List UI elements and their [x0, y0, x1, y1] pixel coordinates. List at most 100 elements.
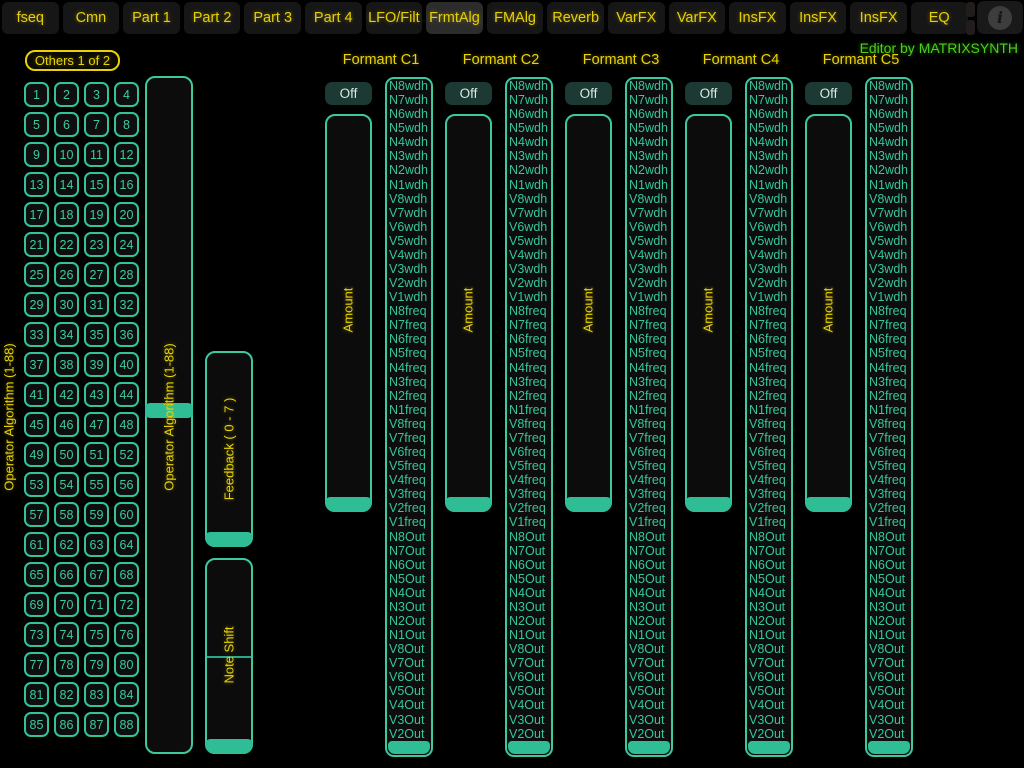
- formant-parameter-item[interactable]: N2freq: [867, 389, 911, 403]
- operator-algorithm-slider[interactable]: [145, 76, 193, 754]
- tab-part4-5[interactable]: Part 4: [305, 2, 362, 34]
- formant-parameter-item[interactable]: V6wdh: [387, 220, 431, 234]
- formant-parameter-list-scrollthumb[interactable]: [388, 741, 430, 754]
- tab-fseq-0[interactable]: fseq: [2, 2, 59, 34]
- formant-off-button[interactable]: Off: [685, 82, 732, 105]
- formant-parameter-item[interactable]: V2Out: [627, 727, 671, 741]
- formant-parameter-item[interactable]: V7wdh: [507, 206, 551, 220]
- formant-amount-slider[interactable]: [325, 114, 372, 512]
- formant-parameter-item[interactable]: N5freq: [867, 346, 911, 360]
- formant-parameter-item[interactable]: N2Out: [627, 614, 671, 628]
- formant-parameter-item[interactable]: V8freq: [387, 417, 431, 431]
- operator-algorithm-button-11[interactable]: 11: [84, 142, 109, 167]
- operator-algorithm-button-79[interactable]: 79: [84, 652, 109, 677]
- formant-parameter-item[interactable]: V3wdh: [627, 262, 671, 276]
- operator-algorithm-button-21[interactable]: 21: [24, 232, 49, 257]
- tab-part3-4[interactable]: Part 3: [244, 2, 301, 34]
- operator-algorithm-button-41[interactable]: 41: [24, 382, 49, 407]
- formant-parameter-item[interactable]: N8Out: [627, 530, 671, 544]
- formant-parameter-item[interactable]: N8freq: [627, 304, 671, 318]
- formant-parameter-item[interactable]: N1freq: [867, 403, 911, 417]
- formant-parameter-item[interactable]: V8wdh: [387, 192, 431, 206]
- operator-algorithm-button-14[interactable]: 14: [54, 172, 79, 197]
- formant-parameter-item[interactable]: V6freq: [867, 445, 911, 459]
- formant-parameter-item[interactable]: N6wdh: [387, 107, 431, 121]
- operator-algorithm-button-46[interactable]: 46: [54, 412, 79, 437]
- formant-parameter-list[interactable]: N8wdhN7wdhN6wdhN5wdhN4wdhN3wdhN2wdhN1wdh…: [745, 77, 793, 757]
- formant-parameter-item[interactable]: N7wdh: [747, 93, 791, 107]
- formant-parameter-item[interactable]: V7freq: [387, 431, 431, 445]
- formant-parameter-item[interactable]: N3wdh: [507, 149, 551, 163]
- formant-parameter-item[interactable]: N6Out: [507, 558, 551, 572]
- formant-parameter-item[interactable]: N5wdh: [747, 121, 791, 135]
- operator-algorithm-button-74[interactable]: 74: [54, 622, 79, 647]
- operator-algorithm-button-25[interactable]: 25: [24, 262, 49, 287]
- formant-parameter-item[interactable]: V4Out: [507, 698, 551, 712]
- formant-parameter-item[interactable]: V4wdh: [747, 248, 791, 262]
- formant-parameter-item[interactable]: N8wdh: [507, 79, 551, 93]
- operator-algorithm-slider-handle[interactable]: [145, 403, 193, 418]
- formant-parameter-item[interactable]: N4Out: [867, 586, 911, 600]
- formant-parameter-item[interactable]: N8freq: [507, 304, 551, 318]
- formant-amount-slider-handle[interactable]: [565, 497, 612, 512]
- formant-parameter-item[interactable]: V3Out: [507, 713, 551, 727]
- formant-parameter-item[interactable]: V2wdh: [627, 276, 671, 290]
- formant-parameter-item[interactable]: V6Out: [627, 670, 671, 684]
- formant-parameter-item[interactable]: N5wdh: [867, 121, 911, 135]
- operator-algorithm-button-54[interactable]: 54: [54, 472, 79, 497]
- formant-parameter-item[interactable]: N4Out: [747, 586, 791, 600]
- operator-algorithm-button-2[interactable]: 2: [54, 82, 79, 107]
- operator-algorithm-button-58[interactable]: 58: [54, 502, 79, 527]
- operator-algorithm-button-45[interactable]: 45: [24, 412, 49, 437]
- formant-parameter-item[interactable]: V7freq: [747, 431, 791, 445]
- operator-algorithm-button-69[interactable]: 69: [24, 592, 49, 617]
- formant-parameter-item[interactable]: N3Out: [627, 600, 671, 614]
- formant-parameter-item[interactable]: V3Out: [387, 713, 431, 727]
- formant-parameter-item[interactable]: V3wdh: [507, 262, 551, 276]
- formant-amount-slider[interactable]: [445, 114, 492, 512]
- formant-off-button[interactable]: Off: [325, 82, 372, 105]
- operator-algorithm-button-4[interactable]: 4: [114, 82, 139, 107]
- operator-algorithm-button-73[interactable]: 73: [24, 622, 49, 647]
- formant-parameter-item[interactable]: V5Out: [867, 684, 911, 698]
- formant-parameter-item[interactable]: V3freq: [867, 487, 911, 501]
- formant-amount-slider-handle[interactable]: [445, 497, 492, 512]
- formant-parameter-item[interactable]: N8Out: [867, 530, 911, 544]
- operator-algorithm-button-87[interactable]: 87: [84, 712, 109, 737]
- operator-algorithm-button-80[interactable]: 80: [114, 652, 139, 677]
- formant-parameter-item[interactable]: V4freq: [387, 473, 431, 487]
- formant-off-button[interactable]: Off: [565, 82, 612, 105]
- formant-parameter-item[interactable]: V2freq: [627, 501, 671, 515]
- formant-parameter-item[interactable]: V6wdh: [507, 220, 551, 234]
- formant-parameter-item[interactable]: N5wdh: [627, 121, 671, 135]
- operator-algorithm-button-16[interactable]: 16: [114, 172, 139, 197]
- formant-parameter-item[interactable]: N3Out: [507, 600, 551, 614]
- formant-amount-slider[interactable]: [685, 114, 732, 512]
- operator-algorithm-button-7[interactable]: 7: [84, 112, 109, 137]
- formant-parameter-item[interactable]: V8Out: [627, 642, 671, 656]
- operator-algorithm-button-70[interactable]: 70: [54, 592, 79, 617]
- formant-parameter-item[interactable]: V6wdh: [747, 220, 791, 234]
- formant-parameter-list[interactable]: N8wdhN7wdhN6wdhN5wdhN4wdhN3wdhN2wdhN1wdh…: [385, 77, 433, 757]
- operator-algorithm-button-43[interactable]: 43: [84, 382, 109, 407]
- formant-amount-slider-handle[interactable]: [805, 497, 852, 512]
- operator-algorithm-button-29[interactable]: 29: [24, 292, 49, 317]
- operator-algorithm-button-35[interactable]: 35: [84, 322, 109, 347]
- operator-algorithm-button-10[interactable]: 10: [54, 142, 79, 167]
- operator-algorithm-button-32[interactable]: 32: [114, 292, 139, 317]
- operator-algorithm-button-37[interactable]: 37: [24, 352, 49, 377]
- formant-parameter-item[interactable]: N6freq: [387, 332, 431, 346]
- tab-lfofilt-6[interactable]: LFO/Filt: [366, 2, 423, 34]
- formant-parameter-item[interactable]: N7wdh: [387, 93, 431, 107]
- formant-parameter-item[interactable]: N2wdh: [867, 163, 911, 177]
- formant-parameter-item[interactable]: V2Out: [747, 727, 791, 741]
- formant-parameter-item[interactable]: V8freq: [507, 417, 551, 431]
- formant-parameter-item[interactable]: V1freq: [507, 515, 551, 529]
- formant-parameter-item[interactable]: N1freq: [627, 403, 671, 417]
- formant-parameter-item[interactable]: N8wdh: [867, 79, 911, 93]
- formant-parameter-item[interactable]: N4wdh: [507, 135, 551, 149]
- formant-parameter-item[interactable]: V5freq: [507, 459, 551, 473]
- formant-parameter-item[interactable]: N6freq: [627, 332, 671, 346]
- formant-parameter-item[interactable]: V5Out: [747, 684, 791, 698]
- formant-parameter-item[interactable]: V8wdh: [747, 192, 791, 206]
